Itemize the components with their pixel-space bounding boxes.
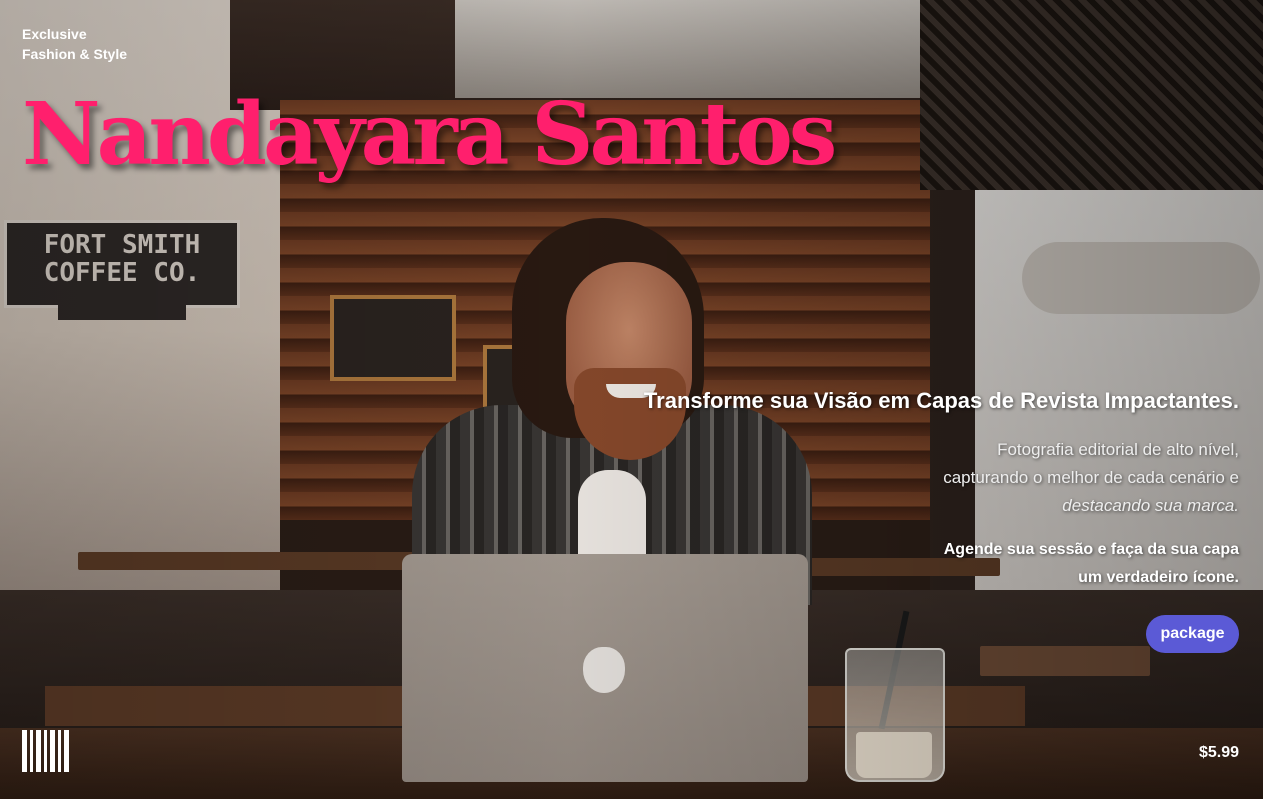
cta-line-2: um verdadeiro ícone. — [1078, 569, 1239, 586]
package-button[interactable]: package — [1146, 615, 1239, 653]
eyebrow-line-2: Fashion & Style — [22, 46, 128, 62]
desc-line-3: destacando sua marca. — [1062, 496, 1239, 515]
cta-line-1: Agende sua sessão e faça da sua capa — [943, 541, 1239, 558]
barcode-icon — [22, 730, 69, 772]
cta-text: Agende sua sessão e faça da sua capa um … — [909, 536, 1239, 592]
hero-description: Fotografia editorial de alto nível, capt… — [909, 436, 1239, 520]
price-label: $5.99 — [1198, 744, 1239, 761]
desc-line-1: Fotografia editorial de alto nível, — [997, 440, 1239, 459]
eyebrow: Exclusive Fashion & Style — [22, 24, 127, 64]
hero-headline: Transforme sua Visão em Capas de Revista… — [643, 388, 1239, 413]
eyebrow-line-1: Exclusive — [22, 26, 87, 42]
page-title: Nandayara Santos — [22, 84, 837, 185]
desc-line-2: capturando o melhor de cada cenário e — [943, 468, 1239, 487]
